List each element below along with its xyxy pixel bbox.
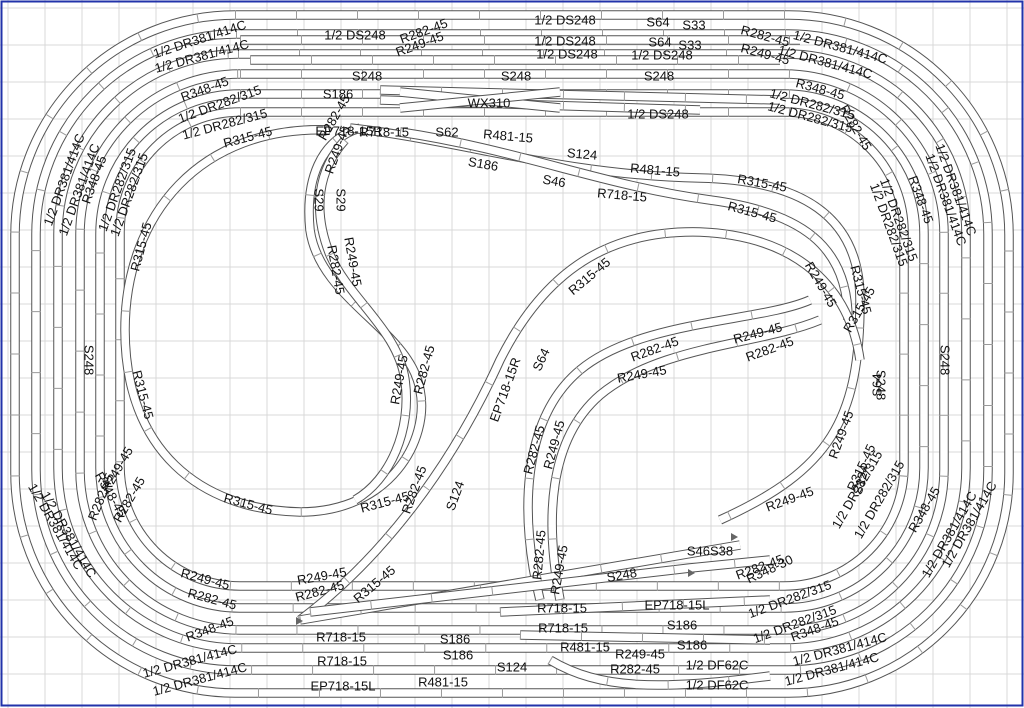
track-label: 1/2 DS248 <box>534 12 595 27</box>
track-piece <box>315 136 411 505</box>
track-label: EP718-15L <box>310 678 375 693</box>
track-label: EP718-15L <box>644 597 709 612</box>
track-label: S29 <box>334 188 349 211</box>
track-label: R718-15 <box>597 185 648 204</box>
track-joint <box>399 127 853 321</box>
track-label: EP718-15R <box>486 355 523 423</box>
track-label: R718-15 <box>538 620 588 635</box>
track-label: R315-45 <box>726 198 778 225</box>
track-label: R315-45 <box>127 221 154 273</box>
track-plan-canvas: 1/2 DS248 1/2 DS248 1/2 DS248 1/2 DS248 1/2 … <box>0 0 1024 708</box>
track-label: R282-45 <box>529 529 548 580</box>
track-label: 1/2 DF62C <box>686 657 749 672</box>
track-label: S248 <box>352 68 382 83</box>
track-label: S33 <box>682 17 705 32</box>
track-label: 1/2 DS248 <box>324 27 385 42</box>
track-label: S186 <box>440 631 470 646</box>
track-label: R718-15 <box>316 629 366 644</box>
track-label: 1/2 DF62C <box>686 677 749 692</box>
track-label: R282-45 <box>610 661 660 676</box>
track-bed <box>96 90 928 612</box>
track-joint <box>95 89 929 613</box>
track-label: S124 <box>443 479 467 513</box>
track-label: S64 <box>869 373 884 396</box>
track-label: S64 <box>648 34 671 49</box>
track-label: S64 <box>646 14 669 29</box>
track-label: S186 <box>323 86 353 101</box>
track-label: S248 <box>644 68 674 83</box>
track-piece <box>95 89 929 613</box>
track-label: 1/2 DS248 <box>536 46 597 61</box>
track-label: S186 <box>677 637 707 652</box>
track-label: S186 <box>667 617 697 632</box>
track-label: 1/2 DS248 <box>627 106 688 121</box>
track-label: S124 <box>497 659 527 674</box>
track-label: S248 <box>501 68 531 83</box>
track-label: R481-15 <box>418 674 468 689</box>
track-bed <box>399 128 852 321</box>
track-label: S33 <box>678 37 701 52</box>
track-label: S62 <box>435 124 458 139</box>
track-bed <box>519 631 771 644</box>
track-layout-drawing: 1/2 DS248 1/2 DS248 1/2 DS248 1/2 DS248 1/2 … <box>0 0 1024 708</box>
track-label: R315-45 <box>736 171 788 194</box>
track-label: S124 <box>566 145 598 163</box>
track-label: R481-15 <box>483 126 534 145</box>
track-label: R249-45 <box>615 646 665 661</box>
track-label: S64 <box>529 346 552 373</box>
track-piece <box>399 127 853 321</box>
bumper-stop-upper <box>731 533 738 541</box>
track-label: S248 <box>82 345 97 375</box>
track-label: R718-15 <box>317 653 367 668</box>
track-label: S186 <box>443 647 473 662</box>
track-label: S29 <box>312 188 327 211</box>
track-label: S248 <box>938 345 953 375</box>
track-label: R249-45 <box>616 362 668 385</box>
track-pieces <box>10 10 1014 698</box>
track-label: R481-15 <box>560 639 610 654</box>
track-label: S46S38 <box>687 543 733 558</box>
track-label: R718-15 <box>359 124 409 139</box>
track-label: WX310 <box>468 95 511 110</box>
track-label: S46 <box>541 172 566 191</box>
track-label: R718-15 <box>537 600 587 615</box>
